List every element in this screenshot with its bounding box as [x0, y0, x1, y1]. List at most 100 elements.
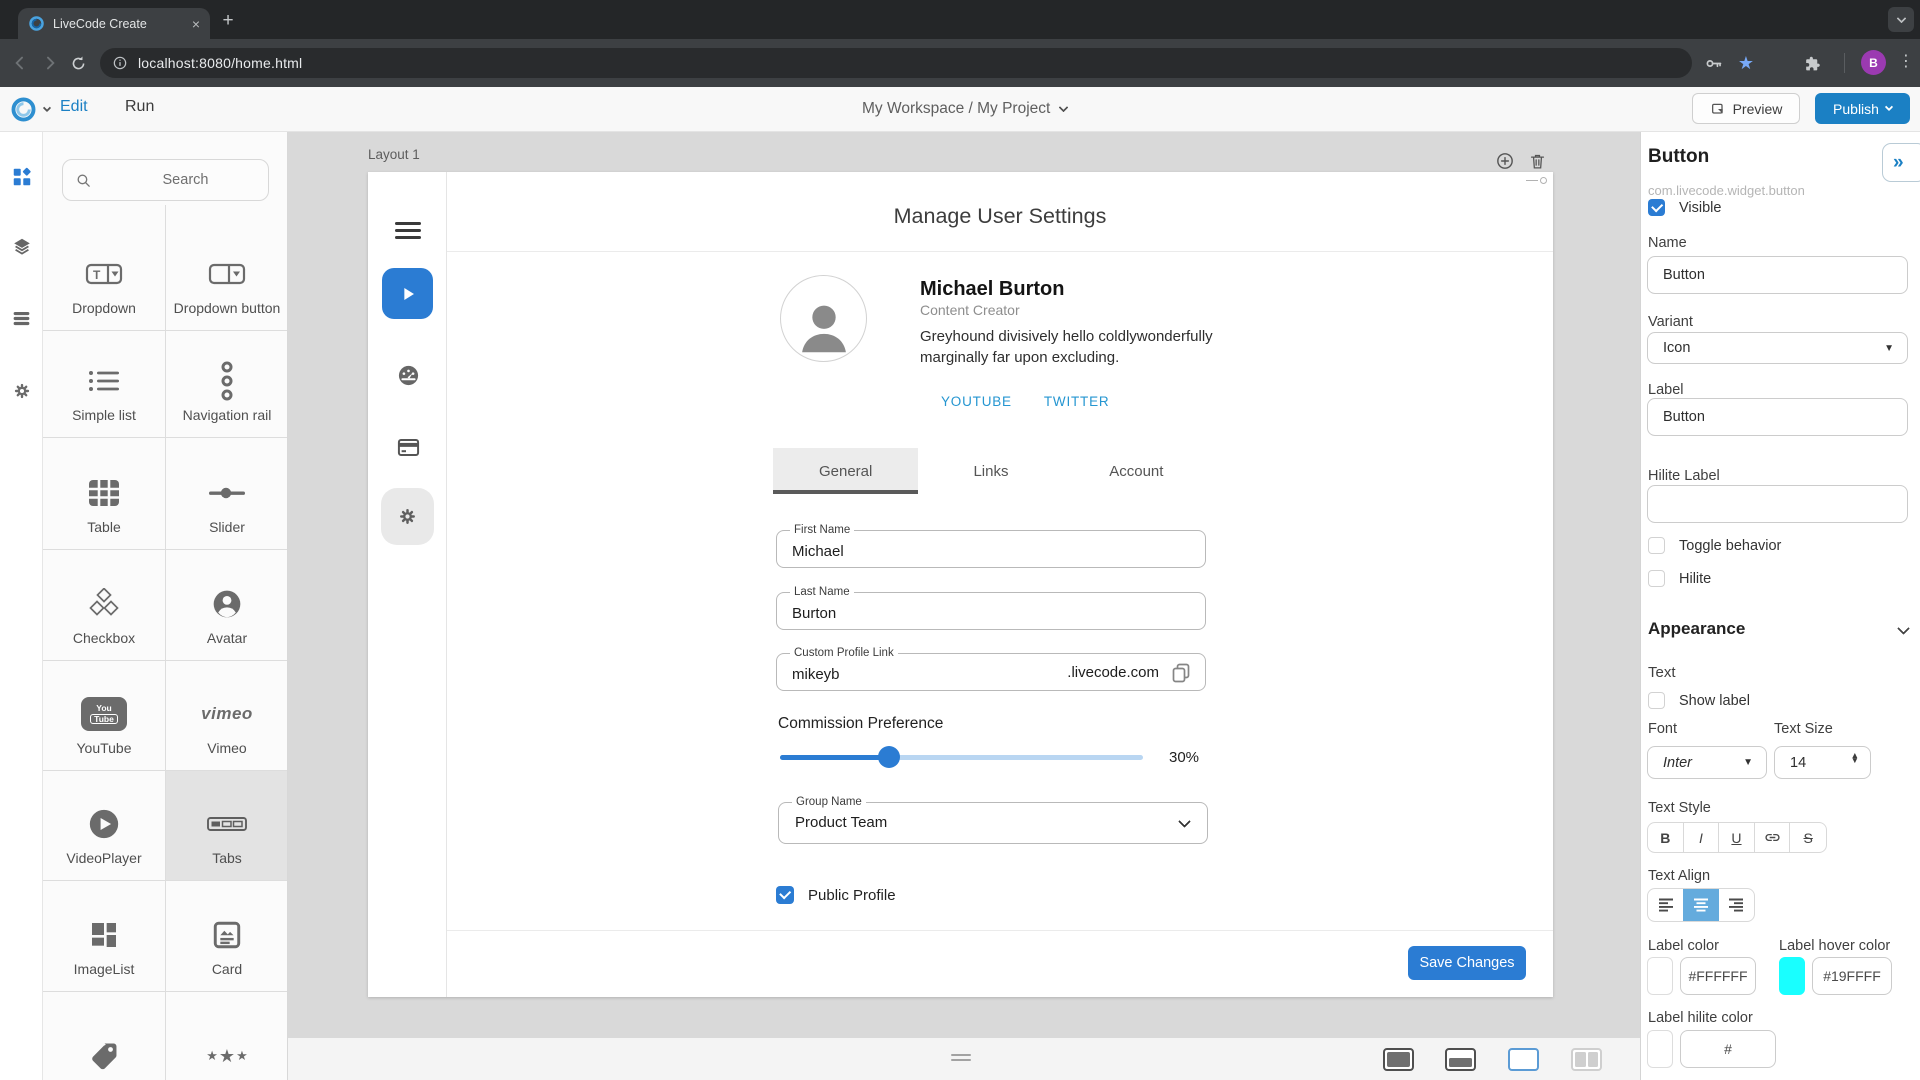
reload-button[interactable]	[66, 51, 90, 75]
first-name-field[interactable]: First Name	[776, 530, 1206, 568]
strikethrough-button[interactable]: S	[1790, 823, 1826, 852]
hilite-row[interactable]: Hilite	[1648, 570, 1711, 587]
data-panel-icon[interactable]	[10, 307, 33, 330]
profile-link-field[interactable]: Custom Profile Link .livecode.com	[776, 653, 1206, 691]
label-input[interactable]	[1647, 398, 1908, 436]
show-label-row[interactable]: Show label	[1648, 692, 1750, 709]
palette-item-slider[interactable]: Slider	[166, 438, 288, 549]
password-manager-icon[interactable]	[1701, 51, 1725, 75]
layout-mode-header-icon[interactable]	[1445, 1048, 1476, 1071]
stepper-arrows-icon[interactable]: ▲▼	[1851, 753, 1859, 764]
palette-item-avatar[interactable]: Avatar	[166, 550, 288, 660]
layout-mode-split-icon[interactable]	[1571, 1048, 1602, 1071]
palette-item-simple-list[interactable]: Simple list	[43, 331, 165, 437]
tab-search-button[interactable]	[1888, 7, 1914, 32]
appearance-section-header[interactable]: Appearance	[1648, 619, 1745, 639]
bookmark-star-icon[interactable]: ★	[1734, 51, 1758, 75]
copy-icon[interactable]	[1169, 661, 1193, 685]
palette-item-navigation-rail[interactable]: Navigation rail	[166, 331, 288, 437]
palette-item-vimeo[interactable]: vimeo Vimeo	[166, 661, 288, 770]
delete-layout-icon[interactable]	[1526, 150, 1548, 172]
palette-item-chips[interactable]: Chips	[43, 992, 165, 1080]
italic-button[interactable]: I	[1684, 823, 1720, 852]
back-button[interactable]	[8, 51, 32, 75]
save-changes-button[interactable]: Save Changes	[1408, 946, 1526, 980]
label-hilite-color-swatch[interactable]	[1647, 1030, 1673, 1068]
palette-item-dropdown[interactable]: T Dropdown	[43, 205, 165, 330]
label-color-swatch[interactable]	[1647, 957, 1673, 995]
palette-item-ratings[interactable]: ★★★ Ratings	[166, 992, 288, 1080]
app-logo[interactable]	[9, 95, 50, 124]
palette-item-card[interactable]: Card	[166, 881, 288, 991]
chevron-down-icon[interactable]	[1897, 622, 1910, 635]
toggle-behavior-checkbox[interactable]	[1648, 537, 1665, 554]
site-info-icon[interactable]	[112, 55, 128, 71]
collapse-panel-button[interactable]: »	[1882, 143, 1920, 182]
preview-button[interactable]: Preview	[1692, 93, 1800, 124]
link-twitter[interactable]: TWITTER	[1044, 394, 1110, 409]
label-hilite-color-hex[interactable]: #	[1680, 1030, 1776, 1068]
dashboard-nav-icon[interactable]	[395, 362, 421, 388]
palette-item-dropdown-button[interactable]: Dropdown button	[166, 205, 288, 330]
layout-mode-desktop-icon[interactable]	[1383, 1048, 1414, 1071]
bold-button[interactable]: B	[1648, 823, 1684, 852]
first-name-input[interactable]	[777, 531, 1205, 567]
tab-edit[interactable]: Edit	[60, 98, 88, 116]
font-select[interactable]: Inter ▼	[1647, 746, 1767, 779]
align-right-button[interactable]	[1719, 889, 1754, 921]
last-name-input[interactable]	[777, 593, 1205, 629]
link-button[interactable]	[1755, 823, 1791, 852]
label-hover-color-hex[interactable]: #19FFFF	[1812, 957, 1892, 995]
link-youtube[interactable]: YOUTUBE	[941, 394, 1012, 409]
tab-general[interactable]: General	[773, 448, 918, 494]
settings-nav-button[interactable]	[381, 488, 434, 545]
play-nav-button[interactable]	[382, 268, 433, 319]
underline-button[interactable]: U	[1719, 823, 1755, 852]
add-layout-icon[interactable]	[1494, 150, 1516, 172]
extensions-icon[interactable]	[1800, 51, 1824, 75]
canvas-navigation-rail[interactable]	[368, 172, 447, 997]
label-hover-color-swatch[interactable]	[1779, 957, 1805, 995]
commission-slider-track[interactable]	[780, 755, 1143, 760]
palette-item-videoplayer[interactable]: VideoPlayer	[43, 771, 165, 880]
tab-links[interactable]: Links	[918, 448, 1063, 494]
variant-select[interactable]: Icon ▼	[1647, 332, 1908, 364]
browser-tab[interactable]: LiveCode Create ×	[18, 8, 210, 39]
visible-checkbox[interactable]	[1648, 199, 1665, 216]
layout-card[interactable]: Manage User Settings Michael Burton Cont…	[368, 172, 1553, 997]
align-left-button[interactable]	[1648, 889, 1683, 921]
tab-run[interactable]: Run	[125, 98, 154, 116]
card-nav-icon[interactable]	[395, 434, 421, 460]
text-size-stepper[interactable]: 14 ▲▼	[1774, 746, 1871, 779]
hilite-checkbox[interactable]	[1648, 570, 1665, 587]
palette-item-imagelist[interactable]: ImageList	[43, 881, 165, 991]
tab-account[interactable]: Account	[1064, 448, 1209, 494]
group-name-select[interactable]: Group Name Product Team	[778, 802, 1208, 844]
publish-button[interactable]: Publish	[1815, 93, 1910, 124]
forward-button[interactable]	[38, 51, 62, 75]
show-label-checkbox[interactable]	[1648, 692, 1665, 709]
widgets-panel-icon[interactable]	[10, 165, 33, 188]
layers-panel-icon[interactable]	[10, 235, 33, 258]
settings-panel-icon[interactable]	[10, 379, 33, 402]
design-canvas[interactable]: Layout 1	[288, 132, 1640, 1080]
address-bar[interactable]: localhost:8080/home.html	[100, 48, 1692, 78]
breadcrumb[interactable]: My Workspace / My Project	[862, 100, 1067, 118]
palette-item-tabs[interactable]: Tabs	[166, 771, 288, 880]
last-name-field[interactable]: Last Name	[776, 592, 1206, 630]
commission-slider-thumb[interactable]	[878, 746, 900, 768]
align-center-button[interactable]	[1683, 889, 1718, 921]
palette-item-checkbox[interactable]: Checkbox	[43, 550, 165, 660]
resize-handle[interactable]	[951, 1054, 971, 1064]
new-tab-button[interactable]: +	[216, 9, 240, 33]
public-profile-row[interactable]: Public Profile	[776, 886, 896, 904]
name-input[interactable]	[1647, 256, 1908, 294]
hilite-label-input[interactable]	[1647, 485, 1908, 523]
browser-profile-avatar[interactable]: B	[1861, 50, 1886, 75]
search-input[interactable]	[92, 172, 279, 188]
layout-mode-empty-icon[interactable]	[1508, 1048, 1539, 1071]
palette-item-table[interactable]: Table	[43, 438, 165, 549]
browser-menu-icon[interactable]: ⋮	[1898, 51, 1914, 71]
menu-hamburger-icon[interactable]	[395, 222, 421, 243]
palette-item-youtube[interactable]: YouTube YouTube	[43, 661, 165, 770]
